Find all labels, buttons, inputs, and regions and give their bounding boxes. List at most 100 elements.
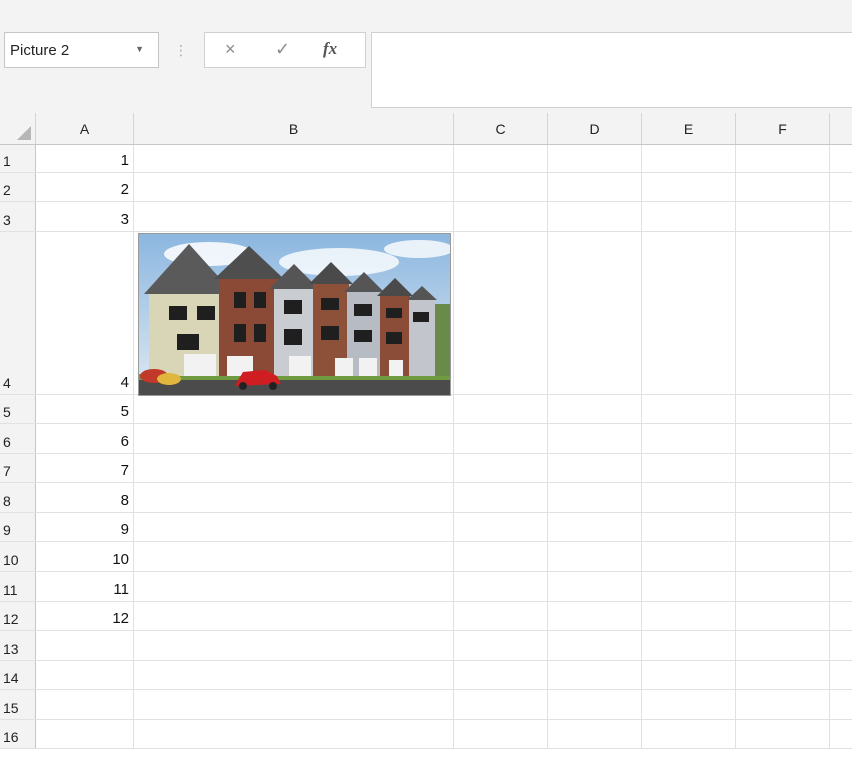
cell-d4[interactable]	[548, 232, 642, 394]
cell-d6[interactable]	[548, 424, 642, 453]
row-header[interactable]: 13	[0, 631, 36, 660]
cell-b14[interactable]	[134, 661, 454, 689]
cell-d9[interactable]	[548, 513, 642, 541]
cell-e12[interactable]	[642, 602, 736, 630]
cell-d16[interactable]	[548, 720, 642, 748]
column-header-a[interactable]: A	[36, 113, 134, 144]
cell-c11[interactable]	[454, 572, 548, 601]
cell-d1[interactable]	[548, 145, 642, 172]
cell-b13[interactable]	[134, 631, 454, 660]
chevron-down-icon[interactable]: ▼	[135, 44, 144, 54]
cell-f5[interactable]	[736, 395, 830, 423]
cell-e15[interactable]	[642, 690, 736, 719]
cell-c9[interactable]	[454, 513, 548, 541]
cell-c2[interactable]	[454, 173, 548, 201]
cell-b3[interactable]	[134, 202, 454, 231]
row-header[interactable]: 4	[0, 232, 36, 394]
cell-c3[interactable]	[454, 202, 548, 231]
cell-b15[interactable]	[134, 690, 454, 719]
cell-d2[interactable]	[548, 173, 642, 201]
row-header[interactable]: 9	[0, 513, 36, 541]
name-box[interactable]: Picture 2 ▼	[4, 32, 159, 68]
cell-b5[interactable]	[134, 395, 454, 423]
cell-a3[interactable]: 3	[36, 202, 134, 231]
cell-a1[interactable]: 1	[36, 145, 134, 172]
cell-b11[interactable]	[134, 572, 454, 601]
cell-b1[interactable]	[134, 145, 454, 172]
cell-a4[interactable]: 4	[36, 232, 134, 394]
cancel-icon[interactable]: ×	[225, 39, 236, 60]
cell-b8[interactable]	[134, 483, 454, 512]
column-header-d[interactable]: D	[548, 113, 642, 144]
cell-d7[interactable]	[548, 454, 642, 482]
cell-f7[interactable]	[736, 454, 830, 482]
cell-a13[interactable]	[36, 631, 134, 660]
cell-b10[interactable]	[134, 542, 454, 571]
cell-a8[interactable]: 8	[36, 483, 134, 512]
inserted-picture[interactable]	[138, 233, 451, 396]
cell-d12[interactable]	[548, 602, 642, 630]
cell-c1[interactable]	[454, 145, 548, 172]
row-header[interactable]: 16	[0, 720, 36, 748]
row-header[interactable]: 2	[0, 173, 36, 201]
cell-b6[interactable]	[134, 424, 454, 453]
column-header-c[interactable]: C	[454, 113, 548, 144]
cell-a5[interactable]: 5	[36, 395, 134, 423]
cell-c5[interactable]	[454, 395, 548, 423]
row-header[interactable]: 6	[0, 424, 36, 453]
cell-f14[interactable]	[736, 661, 830, 689]
cell-e16[interactable]	[642, 720, 736, 748]
column-header-f[interactable]: F	[736, 113, 830, 144]
cell-b16[interactable]	[134, 720, 454, 748]
cell-a16[interactable]	[36, 720, 134, 748]
cell-e10[interactable]	[642, 542, 736, 571]
cell-f16[interactable]	[736, 720, 830, 748]
select-all-corner[interactable]	[0, 113, 36, 144]
cell-f6[interactable]	[736, 424, 830, 453]
cell-a9[interactable]: 9	[36, 513, 134, 541]
cell-f8[interactable]	[736, 483, 830, 512]
cell-c16[interactable]	[454, 720, 548, 748]
cell-f15[interactable]	[736, 690, 830, 719]
cell-e6[interactable]	[642, 424, 736, 453]
cell-a15[interactable]	[36, 690, 134, 719]
row-header[interactable]: 11	[0, 572, 36, 601]
cell-e14[interactable]	[642, 661, 736, 689]
cell-f10[interactable]	[736, 542, 830, 571]
cell-e3[interactable]	[642, 202, 736, 231]
cell-b2[interactable]	[134, 173, 454, 201]
column-header-e[interactable]: E	[642, 113, 736, 144]
insert-function-icon[interactable]: fx	[323, 39, 337, 59]
cell-c7[interactable]	[454, 454, 548, 482]
cell-f2[interactable]	[736, 173, 830, 201]
enter-icon[interactable]: ✓	[275, 39, 290, 60]
row-header[interactable]: 3	[0, 202, 36, 231]
cell-e7[interactable]	[642, 454, 736, 482]
more-options-icon[interactable]: ⋮	[174, 42, 188, 59]
cell-f3[interactable]	[736, 202, 830, 231]
cell-d10[interactable]	[548, 542, 642, 571]
cell-f1[interactable]	[736, 145, 830, 172]
cell-f13[interactable]	[736, 631, 830, 660]
cell-a14[interactable]	[36, 661, 134, 689]
cell-e4[interactable]	[642, 232, 736, 394]
row-header[interactable]: 12	[0, 602, 36, 630]
cell-c6[interactable]	[454, 424, 548, 453]
cell-c12[interactable]	[454, 602, 548, 630]
row-header[interactable]: 7	[0, 454, 36, 482]
row-header[interactable]: 5	[0, 395, 36, 423]
cell-c4[interactable]	[454, 232, 548, 394]
cell-d14[interactable]	[548, 661, 642, 689]
cell-c15[interactable]	[454, 690, 548, 719]
cell-b7[interactable]	[134, 454, 454, 482]
cell-c10[interactable]	[454, 542, 548, 571]
cell-c14[interactable]	[454, 661, 548, 689]
cell-d5[interactable]	[548, 395, 642, 423]
cell-d3[interactable]	[548, 202, 642, 231]
row-header[interactable]: 14	[0, 661, 36, 689]
cell-c8[interactable]	[454, 483, 548, 512]
cell-d11[interactable]	[548, 572, 642, 601]
cell-e1[interactable]	[642, 145, 736, 172]
row-header[interactable]: 8	[0, 483, 36, 512]
row-header[interactable]: 10	[0, 542, 36, 571]
